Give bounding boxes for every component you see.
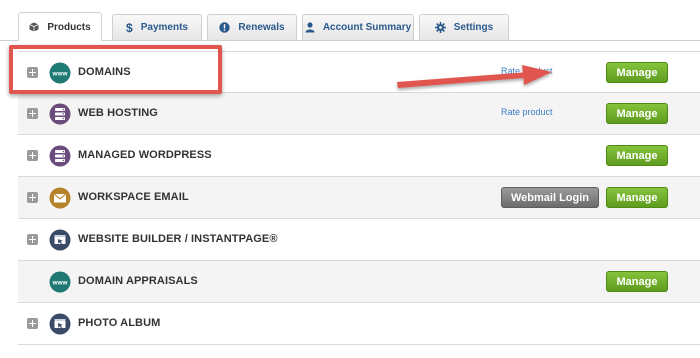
manage-button[interactable]: Manage xyxy=(606,103,668,124)
gear-icon xyxy=(434,22,446,33)
dollar-icon: $ xyxy=(126,20,133,35)
product-row-website-builder: WEBSITE BUILDER / INSTANTPAGE® xyxy=(18,219,700,261)
tab-label: Payments xyxy=(140,22,188,33)
tab-label: Settings xyxy=(453,22,494,33)
expand-icon[interactable] xyxy=(27,192,38,203)
webmail-login-button[interactable]: Webmail Login xyxy=(501,187,599,208)
product-name: PHOTO ALBUM xyxy=(78,317,161,329)
manage-button[interactable]: Manage xyxy=(606,145,668,166)
manage-button[interactable]: Manage xyxy=(606,187,668,208)
manage-button[interactable]: Manage xyxy=(606,62,668,83)
www-icon: www xyxy=(49,271,71,293)
product-row-managed-wordpress: MANAGED WORDPRESS Manage xyxy=(18,135,700,177)
highlight-box xyxy=(9,45,222,94)
svg-text:www: www xyxy=(52,279,68,286)
tab-settings[interactable]: Settings xyxy=(419,14,509,40)
product-row-workspace-email: WORKSPACE EMAIL Webmail Login Manage xyxy=(18,177,700,219)
box-icon xyxy=(29,22,39,32)
expand-icon[interactable] xyxy=(27,318,38,329)
expand-icon[interactable] xyxy=(27,150,38,161)
tab-label: Renewals xyxy=(238,22,285,33)
user-icon xyxy=(305,22,315,33)
product-name: MANAGED WORDPRESS xyxy=(78,149,212,161)
tab-bar: Products $ Payments Renewals Account Sum… xyxy=(0,0,700,41)
tab-renewals[interactable]: Renewals xyxy=(207,14,297,40)
wordpress-icon xyxy=(49,145,71,167)
tab-label: Products xyxy=(47,21,91,33)
website-builder-icon xyxy=(49,229,71,251)
tab-account-summary[interactable]: Account Summary xyxy=(302,14,414,40)
rate-product-link[interactable]: Rate product xyxy=(501,107,553,117)
product-name: WEBSITE BUILDER / INSTANTPAGE® xyxy=(78,233,278,245)
arrow-annotation-icon xyxy=(397,65,552,88)
product-name: WORKSPACE EMAIL xyxy=(78,191,189,203)
product-name: WEB HOSTING xyxy=(78,107,158,119)
product-row-web-hosting: WEB HOSTING Rate product Manage xyxy=(18,93,700,135)
email-icon xyxy=(49,187,71,209)
photo-album-icon xyxy=(49,313,71,335)
tab-payments[interactable]: $ Payments xyxy=(112,14,202,40)
expand-icon[interactable] xyxy=(27,234,38,245)
tab-products[interactable]: Products xyxy=(18,12,102,41)
alert-icon xyxy=(219,22,231,33)
tab-label: Account Summary xyxy=(322,22,412,33)
product-name: DOMAIN APPRAISALS xyxy=(78,275,198,287)
expand-icon[interactable] xyxy=(27,108,38,119)
product-row-domain-appraisals: www DOMAIN APPRAISALS Manage xyxy=(18,261,700,303)
product-list: www DOMAINS Rate product Manage WEB HOST… xyxy=(18,51,700,345)
manage-button[interactable]: Manage xyxy=(606,271,668,292)
hosting-icon xyxy=(49,103,71,125)
tab-divider xyxy=(0,40,700,41)
product-row-photo-album: PHOTO ALBUM xyxy=(18,303,700,345)
